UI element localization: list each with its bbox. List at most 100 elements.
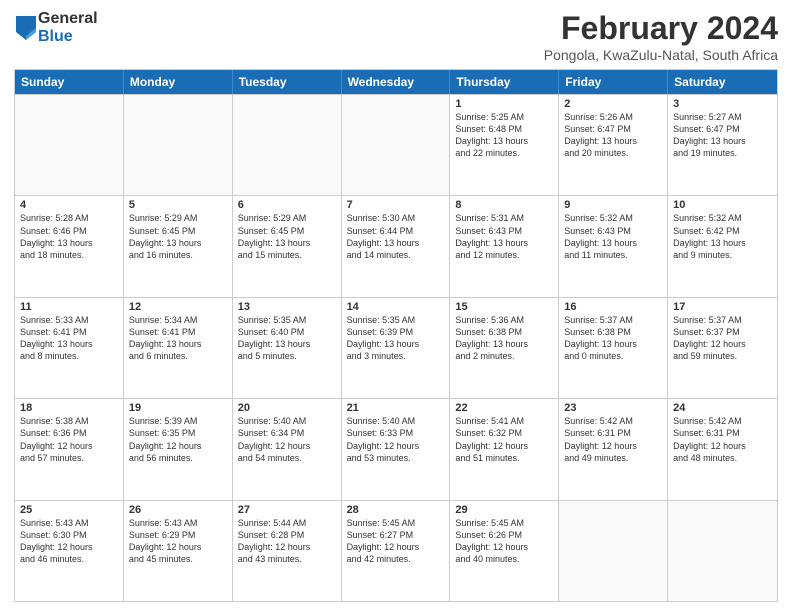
calendar-cell: 8Sunrise: 5:31 AM Sunset: 6:43 PM Daylig… xyxy=(450,196,559,296)
calendar-cell: 3Sunrise: 5:27 AM Sunset: 6:47 PM Daylig… xyxy=(668,95,777,195)
day-number: 14 xyxy=(347,301,445,313)
calendar-cell: 7Sunrise: 5:30 AM Sunset: 6:44 PM Daylig… xyxy=(342,196,451,296)
cell-text: Sunrise: 5:32 AM Sunset: 6:43 PM Dayligh… xyxy=(564,212,662,261)
calendar-cell: 2Sunrise: 5:26 AM Sunset: 6:47 PM Daylig… xyxy=(559,95,668,195)
calendar-row-3: 18Sunrise: 5:38 AM Sunset: 6:36 PM Dayli… xyxy=(15,398,777,499)
logo: General Blue xyxy=(14,10,98,45)
day-number: 24 xyxy=(673,402,772,414)
calendar-row-2: 11Sunrise: 5:33 AM Sunset: 6:41 PM Dayli… xyxy=(15,297,777,398)
cell-text: Sunrise: 5:28 AM Sunset: 6:46 PM Dayligh… xyxy=(20,212,118,261)
day-number: 4 xyxy=(20,199,118,211)
calendar-row-1: 4Sunrise: 5:28 AM Sunset: 6:46 PM Daylig… xyxy=(15,195,777,296)
calendar-cell: 15Sunrise: 5:36 AM Sunset: 6:38 PM Dayli… xyxy=(450,298,559,398)
cell-text: Sunrise: 5:40 AM Sunset: 6:33 PM Dayligh… xyxy=(347,415,445,464)
cell-text: Sunrise: 5:42 AM Sunset: 6:31 PM Dayligh… xyxy=(564,415,662,464)
day-number: 11 xyxy=(20,301,118,313)
cell-text: Sunrise: 5:38 AM Sunset: 6:36 PM Dayligh… xyxy=(20,415,118,464)
day-number: 23 xyxy=(564,402,662,414)
cell-text: Sunrise: 5:37 AM Sunset: 6:38 PM Dayligh… xyxy=(564,314,662,363)
weekday-header-wednesday: Wednesday xyxy=(342,70,451,94)
weekday-header-tuesday: Tuesday xyxy=(233,70,342,94)
calendar-cell: 16Sunrise: 5:37 AM Sunset: 6:38 PM Dayli… xyxy=(559,298,668,398)
weekday-header-saturday: Saturday xyxy=(668,70,777,94)
cell-text: Sunrise: 5:35 AM Sunset: 6:39 PM Dayligh… xyxy=(347,314,445,363)
day-number: 6 xyxy=(238,199,336,211)
cell-text: Sunrise: 5:26 AM Sunset: 6:47 PM Dayligh… xyxy=(564,111,662,160)
calendar-cell xyxy=(15,95,124,195)
calendar-cell: 27Sunrise: 5:44 AM Sunset: 6:28 PM Dayli… xyxy=(233,501,342,601)
calendar-cell xyxy=(233,95,342,195)
day-number: 20 xyxy=(238,402,336,414)
weekday-header-monday: Monday xyxy=(124,70,233,94)
calendar-header: SundayMondayTuesdayWednesdayThursdayFrid… xyxy=(15,70,777,94)
page: General Blue February 2024 Pongola, KwaZ… xyxy=(0,0,792,612)
cell-text: Sunrise: 5:40 AM Sunset: 6:34 PM Dayligh… xyxy=(238,415,336,464)
cell-text: Sunrise: 5:43 AM Sunset: 6:29 PM Dayligh… xyxy=(129,517,227,566)
weekday-header-thursday: Thursday xyxy=(450,70,559,94)
day-number: 28 xyxy=(347,504,445,516)
day-number: 12 xyxy=(129,301,227,313)
calendar-cell: 1Sunrise: 5:25 AM Sunset: 6:48 PM Daylig… xyxy=(450,95,559,195)
cell-text: Sunrise: 5:32 AM Sunset: 6:42 PM Dayligh… xyxy=(673,212,772,261)
calendar-body: 1Sunrise: 5:25 AM Sunset: 6:48 PM Daylig… xyxy=(15,94,777,601)
calendar-cell: 13Sunrise: 5:35 AM Sunset: 6:40 PM Dayli… xyxy=(233,298,342,398)
cell-text: Sunrise: 5:34 AM Sunset: 6:41 PM Dayligh… xyxy=(129,314,227,363)
day-number: 2 xyxy=(564,98,662,110)
calendar: SundayMondayTuesdayWednesdayThursdayFrid… xyxy=(14,69,778,602)
calendar-cell xyxy=(668,501,777,601)
calendar-cell: 4Sunrise: 5:28 AM Sunset: 6:46 PM Daylig… xyxy=(15,196,124,296)
cell-text: Sunrise: 5:25 AM Sunset: 6:48 PM Dayligh… xyxy=(455,111,553,160)
day-number: 26 xyxy=(129,504,227,516)
calendar-cell: 9Sunrise: 5:32 AM Sunset: 6:43 PM Daylig… xyxy=(559,196,668,296)
calendar-cell: 25Sunrise: 5:43 AM Sunset: 6:30 PM Dayli… xyxy=(15,501,124,601)
calendar-cell: 19Sunrise: 5:39 AM Sunset: 6:35 PM Dayli… xyxy=(124,399,233,499)
day-number: 29 xyxy=(455,504,553,516)
calendar-cell: 20Sunrise: 5:40 AM Sunset: 6:34 PM Dayli… xyxy=(233,399,342,499)
cell-text: Sunrise: 5:42 AM Sunset: 6:31 PM Dayligh… xyxy=(673,415,772,464)
calendar-cell xyxy=(342,95,451,195)
calendar-cell xyxy=(559,501,668,601)
cell-text: Sunrise: 5:43 AM Sunset: 6:30 PM Dayligh… xyxy=(20,517,118,566)
day-number: 8 xyxy=(455,199,553,211)
cell-text: Sunrise: 5:27 AM Sunset: 6:47 PM Dayligh… xyxy=(673,111,772,160)
cell-text: Sunrise: 5:39 AM Sunset: 6:35 PM Dayligh… xyxy=(129,415,227,464)
calendar-cell: 18Sunrise: 5:38 AM Sunset: 6:36 PM Dayli… xyxy=(15,399,124,499)
logo-general: General xyxy=(38,10,98,28)
cell-text: Sunrise: 5:37 AM Sunset: 6:37 PM Dayligh… xyxy=(673,314,772,363)
calendar-row-0: 1Sunrise: 5:25 AM Sunset: 6:48 PM Daylig… xyxy=(15,94,777,195)
title-section: February 2024 Pongola, KwaZulu-Natal, So… xyxy=(544,10,778,63)
cell-text: Sunrise: 5:35 AM Sunset: 6:40 PM Dayligh… xyxy=(238,314,336,363)
day-number: 3 xyxy=(673,98,772,110)
cell-text: Sunrise: 5:44 AM Sunset: 6:28 PM Dayligh… xyxy=(238,517,336,566)
cell-text: Sunrise: 5:41 AM Sunset: 6:32 PM Dayligh… xyxy=(455,415,553,464)
logo-blue: Blue xyxy=(38,28,98,46)
day-number: 9 xyxy=(564,199,662,211)
cell-text: Sunrise: 5:36 AM Sunset: 6:38 PM Dayligh… xyxy=(455,314,553,363)
day-number: 21 xyxy=(347,402,445,414)
calendar-cell: 29Sunrise: 5:45 AM Sunset: 6:26 PM Dayli… xyxy=(450,501,559,601)
calendar-cell: 11Sunrise: 5:33 AM Sunset: 6:41 PM Dayli… xyxy=(15,298,124,398)
calendar-cell: 10Sunrise: 5:32 AM Sunset: 6:42 PM Dayli… xyxy=(668,196,777,296)
cell-text: Sunrise: 5:29 AM Sunset: 6:45 PM Dayligh… xyxy=(129,212,227,261)
day-number: 19 xyxy=(129,402,227,414)
day-number: 13 xyxy=(238,301,336,313)
calendar-cell: 12Sunrise: 5:34 AM Sunset: 6:41 PM Dayli… xyxy=(124,298,233,398)
calendar-cell: 22Sunrise: 5:41 AM Sunset: 6:32 PM Dayli… xyxy=(450,399,559,499)
calendar-cell: 5Sunrise: 5:29 AM Sunset: 6:45 PM Daylig… xyxy=(124,196,233,296)
cell-text: Sunrise: 5:33 AM Sunset: 6:41 PM Dayligh… xyxy=(20,314,118,363)
calendar-cell: 23Sunrise: 5:42 AM Sunset: 6:31 PM Dayli… xyxy=(559,399,668,499)
cell-text: Sunrise: 5:30 AM Sunset: 6:44 PM Dayligh… xyxy=(347,212,445,261)
weekday-header-sunday: Sunday xyxy=(15,70,124,94)
day-number: 10 xyxy=(673,199,772,211)
header: General Blue February 2024 Pongola, KwaZ… xyxy=(14,10,778,63)
weekday-header-friday: Friday xyxy=(559,70,668,94)
logo-text: General Blue xyxy=(38,10,98,45)
calendar-cell: 21Sunrise: 5:40 AM Sunset: 6:33 PM Dayli… xyxy=(342,399,451,499)
day-number: 18 xyxy=(20,402,118,414)
day-number: 16 xyxy=(564,301,662,313)
day-number: 17 xyxy=(673,301,772,313)
calendar-cell: 6Sunrise: 5:29 AM Sunset: 6:45 PM Daylig… xyxy=(233,196,342,296)
calendar-row-4: 25Sunrise: 5:43 AM Sunset: 6:30 PM Dayli… xyxy=(15,500,777,601)
calendar-cell: 28Sunrise: 5:45 AM Sunset: 6:27 PM Dayli… xyxy=(342,501,451,601)
calendar-cell: 17Sunrise: 5:37 AM Sunset: 6:37 PM Dayli… xyxy=(668,298,777,398)
